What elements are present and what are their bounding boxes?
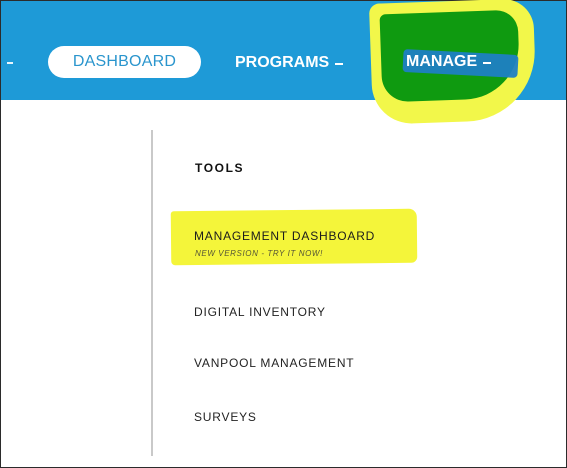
manage-nav-menu[interactable]: MANAGE: [406, 50, 492, 74]
dashboard-nav-label: DASHBOARD: [72, 53, 177, 70]
chevron-down-icon: [335, 63, 344, 65]
menu-item-surveys[interactable]: SURVEYS: [194, 410, 257, 424]
tools-section-heading: TOOLS: [195, 161, 245, 175]
programs-nav-menu[interactable]: PROGRAMS: [235, 51, 344, 75]
menu-item-management-dashboard[interactable]: MANAGEMENT DASHBOARD: [194, 229, 375, 243]
dropdown-divider: [151, 130, 153, 456]
menu-item-vanpool-management[interactable]: VANPOOL MANAGEMENT: [194, 356, 354, 370]
manage-nav-label: MANAGE: [406, 53, 478, 70]
chevron-down-icon: [483, 62, 492, 64]
menu-item-management-dashboard-sublabel[interactable]: NEW VERSION - TRY IT NOW!: [195, 249, 323, 258]
programs-nav-label: PROGRAMS: [235, 54, 330, 71]
nav-overflow-indicator: [7, 62, 13, 64]
menu-item-digital-inventory[interactable]: DIGITAL INVENTORY: [194, 305, 326, 319]
dashboard-nav-button[interactable]: DASHBOARD: [48, 46, 201, 78]
